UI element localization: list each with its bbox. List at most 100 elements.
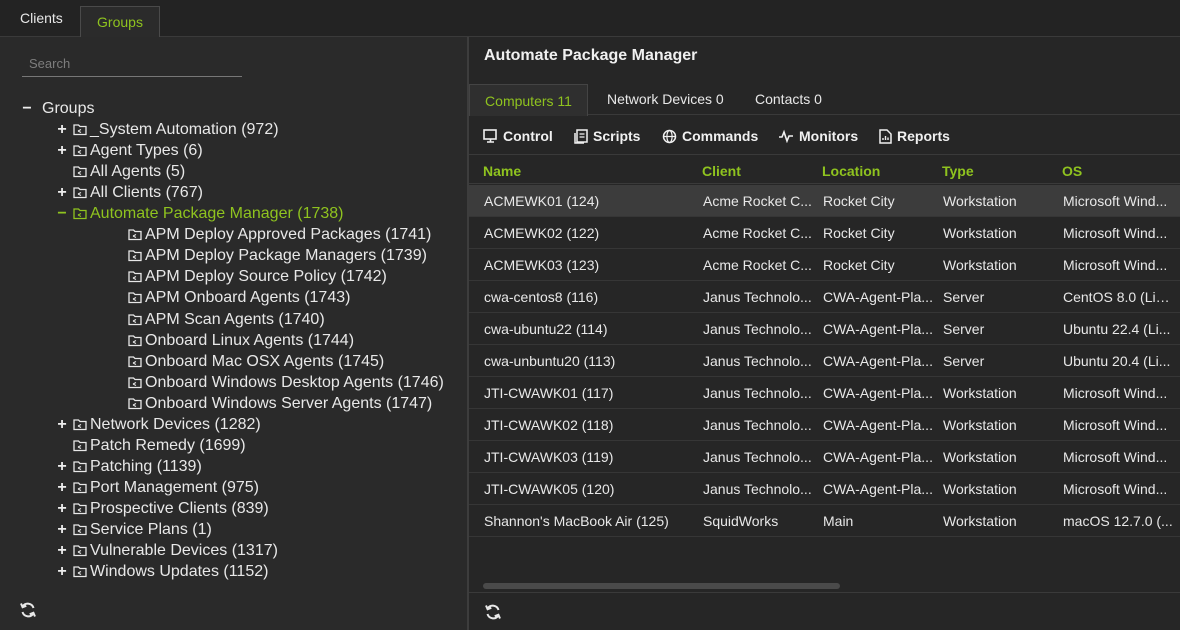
action-toolbar: Control Scripts Commands Monitors Report… [469, 117, 1180, 155]
tree-item[interactable]: + Prospective Clients (839) [55, 498, 269, 519]
table-row[interactable]: cwa-unbuntu20 (113) Janus Technolo... CWA-… [469, 345, 1180, 377]
tree-item[interactable]: + Agent Types (6) [55, 140, 202, 161]
commands-button[interactable]: Commands [662, 126, 758, 146]
cell-os: Microsoft Wind... [1063, 225, 1168, 241]
expand-toggle[interactable]: + [55, 119, 69, 140]
monitors-button[interactable]: Monitors [778, 126, 858, 146]
cell-os: Microsoft Wind... [1063, 257, 1168, 273]
tree-item[interactable]: All Agents (5) [55, 161, 185, 182]
cell-client: Janus Technolo... [703, 289, 812, 305]
table-row[interactable]: cwa-centos8 (116) Janus Technolo... CWA-Ag… [469, 281, 1180, 313]
tree-item[interactable]: Onboard Linux Agents (1744) [114, 330, 354, 351]
folder-icon [128, 270, 145, 283]
tree-item[interactable]: APM Deploy Approved Packages (1741) [114, 224, 431, 245]
column-header-type[interactable]: Type [942, 163, 974, 179]
table-row[interactable]: cwa-ubuntu22 (114) Janus Technolo... CWA-A… [469, 313, 1180, 345]
table-row[interactable]: JTI-CWAWK03 (119) Janus Technolo... CWA-Ag… [469, 441, 1180, 473]
horizontal-scrollbar[interactable] [469, 577, 1180, 593]
tree-item[interactable]: + All Clients (767) [55, 182, 203, 203]
expand-toggle[interactable]: + [55, 477, 69, 498]
reports-button[interactable]: Reports [879, 126, 950, 146]
tab-computers[interactable]: Computers 11 [469, 84, 588, 116]
cell-location: CWA-Agent-Pla... [823, 353, 933, 369]
folder-icon [73, 523, 90, 536]
tree-item[interactable]: Onboard Windows Server Agents (1747) [114, 393, 432, 414]
cell-os: Microsoft Wind... [1063, 385, 1168, 401]
table-row[interactable]: JTI-CWAWK02 (118) Janus Technolo... CWA-Ag… [469, 409, 1180, 441]
folder-icon [73, 439, 90, 452]
cell-name: cwa-ubuntu22 (114) [484, 321, 608, 337]
cell-client: Acme Rocket C... [703, 257, 812, 273]
expand-toggle[interactable]: + [55, 561, 69, 582]
table-row[interactable]: ACMEWK03 (123) Acme Rocket C... Rocket Cit… [469, 249, 1180, 281]
column-header-client[interactable]: Client [702, 163, 741, 179]
cell-client: Janus Technolo... [703, 417, 812, 433]
tree-item[interactable]: + Port Management (975) [55, 477, 259, 498]
tree-item[interactable]: + Service Plans (1) [55, 519, 212, 540]
table-row[interactable]: ACMEWK01 (124) Acme Rocket C... Rocket Cit… [469, 185, 1180, 217]
refresh-icon[interactable] [483, 602, 503, 622]
commands-label: Commands [682, 128, 759, 144]
collapse-toggle[interactable]: − [55, 203, 69, 224]
tree-item[interactable]: APM Deploy Package Managers (1739) [114, 245, 427, 266]
cell-location: CWA-Agent-Pla... [823, 321, 933, 337]
tree-item-label: Groups [42, 100, 95, 117]
collapse-toggle[interactable]: − [20, 98, 34, 119]
tree-item-label: APM Scan Agents (1740) [145, 311, 325, 328]
tree-item[interactable]: Onboard Mac OSX Agents (1745) [114, 351, 384, 372]
cell-name: ACMEWK01 (124) [484, 193, 600, 209]
search-input[interactable] [22, 51, 242, 77]
globe-icon [662, 129, 677, 143]
pulse-icon [779, 129, 793, 143]
tree-item[interactable]: Patch Remedy (1699) [55, 435, 246, 456]
monitors-label: Monitors [799, 128, 859, 144]
expand-toggle[interactable]: + [55, 540, 69, 561]
script-icon [574, 128, 588, 144]
table-row[interactable]: JTI-CWAWK01 (117) Janus Technolo... CWA-Ag… [469, 377, 1180, 409]
tree-item[interactable]: + Patching (1139) [55, 456, 201, 477]
expand-toggle[interactable]: + [55, 498, 69, 519]
monitor-icon [483, 129, 497, 143]
column-header-location[interactable]: Location [822, 163, 880, 179]
tree-item[interactable]: APM Deploy Source Policy (1742) [114, 266, 387, 287]
control-button[interactable]: Control [483, 126, 553, 146]
tab-groups[interactable]: Groups [80, 6, 160, 37]
tree-item[interactable]: − Automate Package Manager (1738) [55, 203, 343, 224]
tab-network-devices[interactable]: Network Devices 0 [607, 83, 724, 115]
tree-item-label: Prospective Clients (839) [90, 500, 269, 517]
tree-item[interactable]: + Vulnerable Devices (1317) [55, 540, 278, 561]
cell-os: CentOS 8.0 (Lin... [1063, 289, 1175, 305]
folder-icon [73, 186, 90, 199]
tree-item-label: APM Deploy Approved Packages (1741) [145, 226, 432, 243]
expand-toggle[interactable]: + [55, 519, 69, 540]
tree-item[interactable]: + _System Automation (972) [55, 119, 278, 140]
table-row[interactable]: Shannon's MacBook Air (125) SquidWorks Mai… [469, 505, 1180, 537]
cell-type: Server [943, 353, 985, 369]
column-header-name[interactable]: Name [483, 163, 521, 179]
cell-name: cwa-unbuntu20 (113) [484, 353, 616, 369]
folder-icon [128, 313, 145, 326]
expand-toggle[interactable]: + [55, 456, 69, 477]
expand-toggle[interactable]: + [55, 140, 69, 161]
folder-icon [128, 291, 145, 304]
cell-name: ACMEWK02 (122) [484, 225, 600, 241]
scrollbar-thumb[interactable] [483, 583, 840, 589]
cell-type: Workstation [943, 449, 1017, 465]
table-row[interactable]: JTI-CWAWK05 (120) Janus Technolo... CWA-Ag… [469, 473, 1180, 505]
tree-item[interactable]: APM Scan Agents (1740) [114, 309, 325, 330]
expand-toggle[interactable]: + [55, 182, 69, 203]
refresh-icon[interactable] [18, 600, 38, 620]
column-header-os[interactable]: OS [1062, 163, 1082, 179]
expand-toggle[interactable]: + [55, 414, 69, 435]
folder-icon [73, 481, 90, 494]
cell-os: Microsoft Wind... [1063, 193, 1168, 209]
tree-item[interactable]: APM Onboard Agents (1743) [114, 287, 350, 308]
scripts-button[interactable]: Scripts [574, 126, 640, 146]
tree-root-groups[interactable]: − Groups [20, 98, 94, 119]
tree-item[interactable]: + Windows Updates (1152) [55, 561, 268, 582]
tree-item[interactable]: + Network Devices (1282) [55, 414, 260, 435]
table-row[interactable]: ACMEWK02 (122) Acme Rocket C... Rocket Cit… [469, 217, 1180, 249]
tab-contacts[interactable]: Contacts 0 [755, 83, 822, 115]
tree-item[interactable]: Onboard Windows Desktop Agents (1746) [114, 372, 444, 393]
tab-clients[interactable]: Clients [4, 2, 79, 35]
